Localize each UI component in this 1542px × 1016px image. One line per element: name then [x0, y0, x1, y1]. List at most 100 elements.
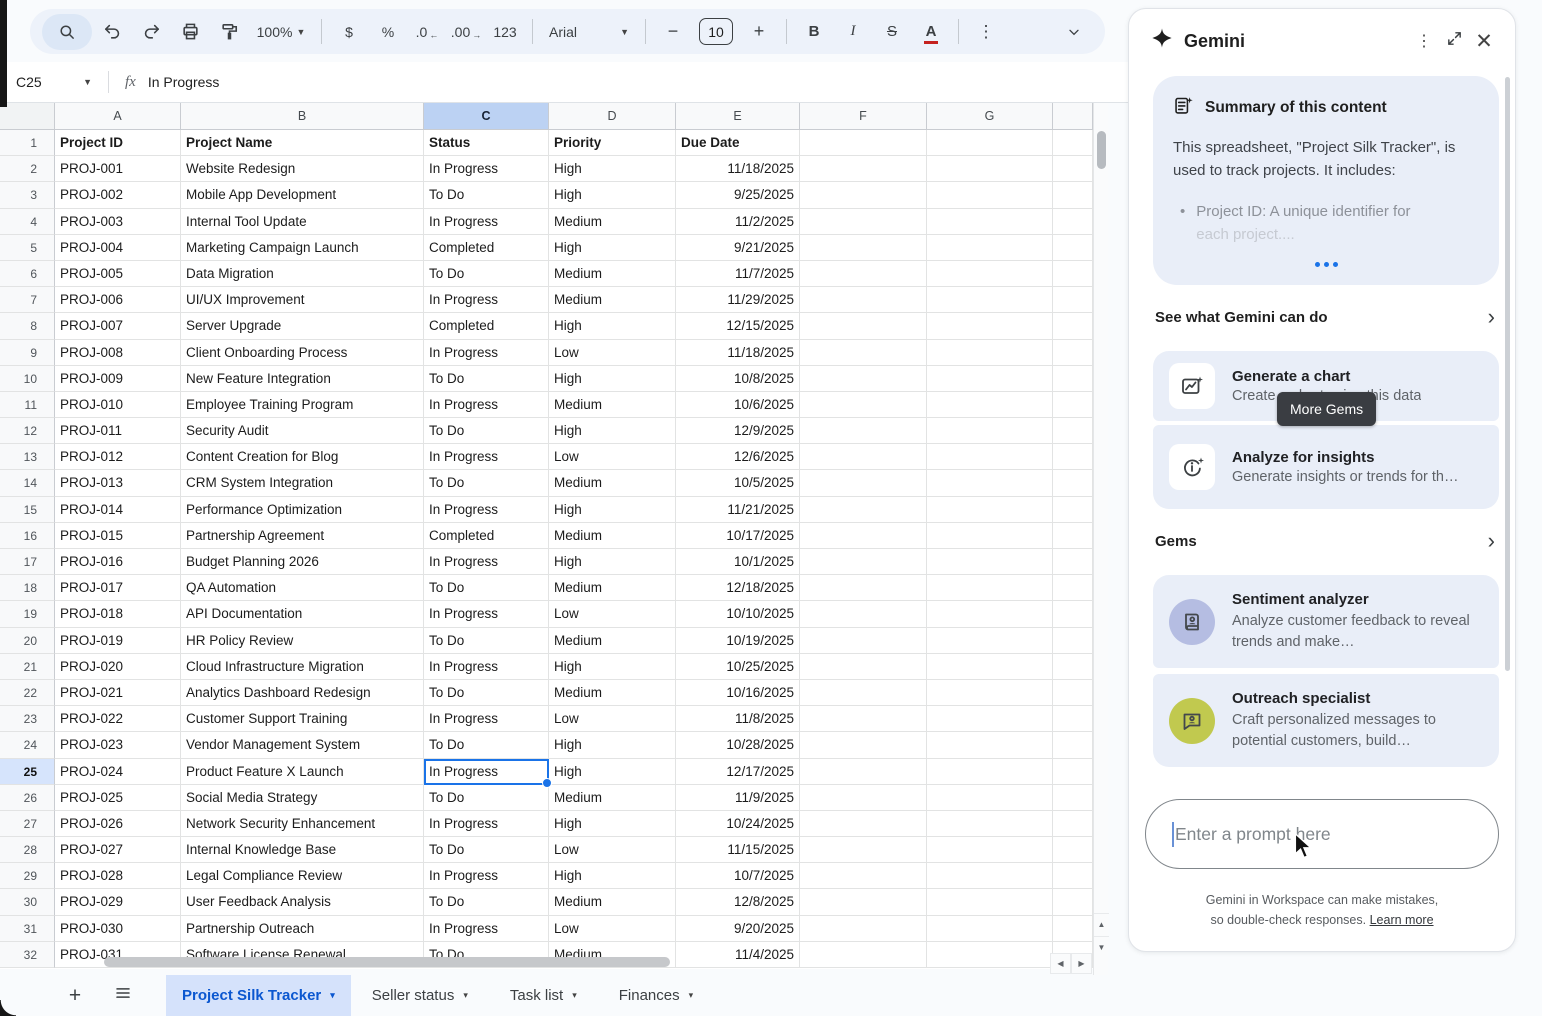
see-what-gemini-can-do[interactable]: See what Gemini can do › — [1129, 285, 1515, 341]
cell[interactable]: Medium — [549, 785, 676, 811]
cell[interactable] — [800, 418, 927, 444]
cell[interactable] — [1053, 549, 1093, 575]
row-header[interactable]: 29 — [0, 863, 55, 889]
cell[interactable]: Low — [549, 837, 676, 863]
cell[interactable] — [1053, 523, 1093, 549]
cell[interactable]: Medium — [549, 261, 676, 287]
cell[interactable] — [800, 811, 927, 837]
cell[interactable] — [927, 549, 1053, 575]
cell[interactable] — [800, 759, 927, 785]
cell[interactable]: To Do — [424, 680, 549, 706]
cell[interactable] — [800, 889, 927, 915]
cell[interactable] — [1053, 130, 1093, 156]
cell[interactable] — [927, 497, 1053, 523]
cell[interactable] — [927, 601, 1053, 627]
cell[interactable]: High — [549, 811, 676, 837]
cell[interactable]: 12/8/2025 — [676, 889, 800, 915]
cell[interactable]: PROJ-014 — [55, 497, 181, 523]
cell[interactable] — [927, 235, 1053, 261]
cell[interactable]: Marketing Campaign Launch — [181, 235, 424, 261]
cell[interactable]: In Progress — [424, 156, 549, 182]
cell[interactable]: Medium — [549, 889, 676, 915]
cell[interactable]: Project ID — [55, 130, 181, 156]
cell[interactable] — [800, 523, 927, 549]
row-header[interactable]: 31 — [0, 916, 55, 942]
cell[interactable]: Security Audit — [181, 418, 424, 444]
cell[interactable]: To Do — [424, 575, 549, 601]
cell[interactable] — [1053, 628, 1093, 654]
cell[interactable]: 11/18/2025 — [676, 340, 800, 366]
decrease-decimals-button[interactable]: .0← — [408, 14, 446, 50]
cell[interactable] — [1053, 313, 1093, 339]
cell[interactable]: PROJ-028 — [55, 863, 181, 889]
cell[interactable]: PROJ-030 — [55, 916, 181, 942]
row-header[interactable]: 22 — [0, 680, 55, 706]
cell[interactable]: Mobile App Development — [181, 182, 424, 208]
cell[interactable]: 12/17/2025 — [676, 759, 800, 785]
cell[interactable]: User Feedback Analysis — [181, 889, 424, 915]
cell[interactable] — [927, 759, 1053, 785]
cell[interactable] — [927, 392, 1053, 418]
cell[interactable]: PROJ-029 — [55, 889, 181, 915]
cell[interactable] — [927, 942, 1053, 968]
cell[interactable] — [927, 916, 1053, 942]
row-header[interactable]: 5 — [0, 235, 55, 261]
cell[interactable]: Completed — [424, 313, 549, 339]
cell[interactable]: 9/21/2025 — [676, 235, 800, 261]
cell[interactable] — [800, 916, 927, 942]
cell[interactable]: Server Upgrade — [181, 313, 424, 339]
column-header-G[interactable]: G — [927, 103, 1053, 130]
cell[interactable]: To Do — [424, 418, 549, 444]
cell[interactable]: 11/9/2025 — [676, 785, 800, 811]
cell[interactable]: PROJ-016 — [55, 549, 181, 575]
percent-format-button[interactable]: % — [369, 14, 407, 50]
cell[interactable]: Partnership Agreement — [181, 523, 424, 549]
row-header[interactable]: 14 — [0, 470, 55, 496]
cell[interactable]: 10/6/2025 — [676, 392, 800, 418]
cell[interactable]: To Do — [424, 470, 549, 496]
cell[interactable]: In Progress — [424, 916, 549, 942]
cell[interactable]: Cloud Infrastructure Migration — [181, 654, 424, 680]
cell[interactable]: QA Automation — [181, 575, 424, 601]
cell[interactable] — [800, 340, 927, 366]
add-sheet-button[interactable]: + — [58, 979, 92, 1013]
paint-format-button[interactable] — [210, 14, 248, 50]
cell[interactable]: In Progress — [424, 654, 549, 680]
cell[interactable] — [927, 130, 1053, 156]
cell[interactable]: High — [549, 313, 676, 339]
row-header[interactable]: 21 — [0, 654, 55, 680]
cell[interactable] — [800, 156, 927, 182]
more-options-button[interactable]: ⋮ — [967, 14, 1005, 50]
column-header-D[interactable]: D — [549, 103, 676, 130]
cell[interactable]: Network Security Enhancement — [181, 811, 424, 837]
suggestion-analyze-insights[interactable]: Analyze for insights Generate insights o… — [1153, 425, 1499, 509]
cell[interactable]: Performance Optimization — [181, 497, 424, 523]
cell[interactable]: To Do — [424, 889, 549, 915]
cell[interactable] — [927, 340, 1053, 366]
cell[interactable]: Status — [424, 130, 549, 156]
vertical-scrollbar-thumb[interactable] — [1097, 131, 1106, 169]
cell[interactable]: High — [549, 366, 676, 392]
collapse-toolbar-button[interactable] — [1055, 14, 1093, 50]
cell[interactable]: Internal Tool Update — [181, 209, 424, 235]
cell[interactable]: Social Media Strategy — [181, 785, 424, 811]
cell[interactable] — [800, 863, 927, 889]
learn-more-link[interactable]: Learn more — [1370, 913, 1434, 927]
cell[interactable] — [927, 837, 1053, 863]
cell[interactable] — [927, 444, 1053, 470]
cell[interactable]: Customer Support Training — [181, 706, 424, 732]
row-header[interactable]: 28 — [0, 837, 55, 863]
row-header[interactable]: 2 — [0, 156, 55, 182]
cell[interactable]: 11/4/2025 — [676, 942, 800, 968]
cell[interactable]: Low — [549, 706, 676, 732]
row-header[interactable]: 23 — [0, 706, 55, 732]
zoom-select[interactable]: 100% ▼ — [249, 14, 313, 50]
cell[interactable]: To Do — [424, 785, 549, 811]
cell[interactable]: PROJ-017 — [55, 575, 181, 601]
cell[interactable] — [800, 392, 927, 418]
cell[interactable] — [1053, 889, 1093, 915]
cell[interactable] — [1053, 366, 1093, 392]
row-header[interactable]: 4 — [0, 209, 55, 235]
cell[interactable]: Medium — [549, 523, 676, 549]
cell[interactable]: PROJ-005 — [55, 261, 181, 287]
